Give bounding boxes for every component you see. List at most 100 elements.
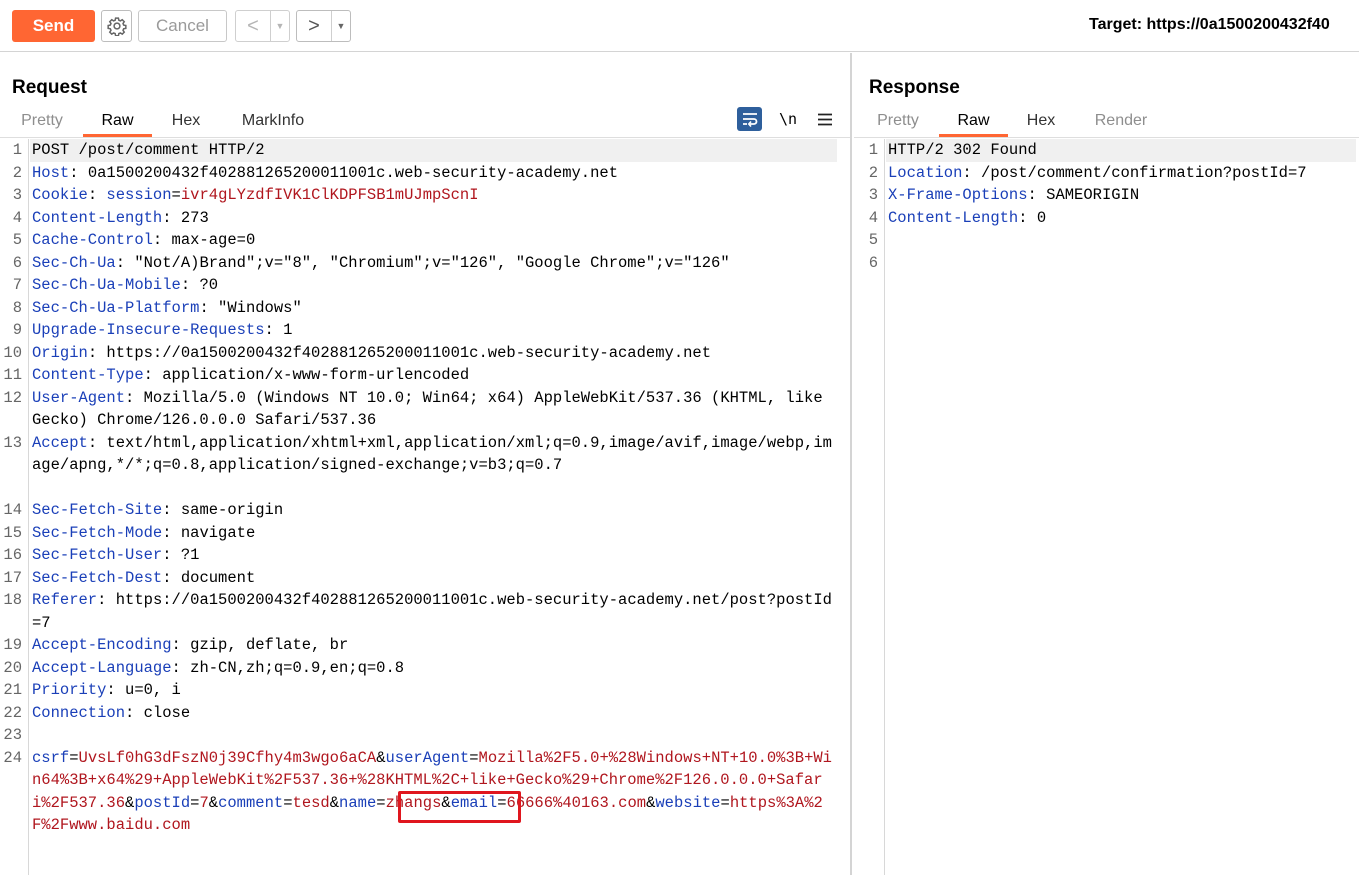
header-name: Sec-Fetch-Mode <box>32 523 163 542</box>
code-line: 11 Content-Type: application/x-www-form-u… <box>0 364 850 387</box>
param-key: csrf <box>32 748 70 767</box>
header-name: Sec-Ch-Ua <box>32 253 116 272</box>
header-name: Cache-Control <box>32 231 153 249</box>
tab-render[interactable]: Render <box>1088 109 1154 137</box>
tab-raw[interactable]: Raw <box>83 109 152 137</box>
line-number: 5 <box>868 231 878 249</box>
code-line: 5 <box>854 229 1359 252</box>
hamburger-menu-icon[interactable] <box>816 107 834 131</box>
param-key: userAgent <box>385 748 470 767</box>
tab-markinfo[interactable]: MarkInfo <box>230 109 316 137</box>
back-arrow-icon: < <box>247 14 259 37</box>
param-value: tesd <box>292 793 330 812</box>
param-separator: & <box>329 793 340 812</box>
word-wrap-icon[interactable] <box>737 107 762 131</box>
text-span: : <box>106 681 126 699</box>
tab-raw[interactable]: Raw <box>939 109 1008 137</box>
request-editor[interactable]: 1 POST /post/comment HTTP/2 2 Host: 0a15002… <box>0 139 850 875</box>
code-line: 5 Cache-Control: max-age=0 <box>0 229 850 252</box>
text-span: : <box>115 253 135 272</box>
line-number: 1 <box>12 141 22 159</box>
line-number: 4 <box>868 208 878 227</box>
line-number: 17 <box>3 568 22 587</box>
text-span: : <box>171 658 191 677</box>
newline-toggle[interactable]: \n <box>779 107 797 131</box>
param-equals: = <box>283 793 293 812</box>
header-name: Sec-Fetch-Site <box>32 501 163 519</box>
line-content: Sec-Ch-Ua-Platform: "Windows" <box>32 297 834 320</box>
code-line: 13 Accept: text/html,application/xhtml+xm… <box>0 432 850 475</box>
tab-hex[interactable]: Hex <box>1020 109 1062 137</box>
line-number: 2 <box>12 163 22 182</box>
target-url[interactable]: Target: https://0a1500200432f40 <box>1089 16 1330 34</box>
settings-button[interactable] <box>101 10 132 42</box>
line-number: 7 <box>12 276 22 294</box>
text-span: : <box>171 636 191 654</box>
text-span: : <box>87 343 107 362</box>
tab-pretty[interactable]: Pretty <box>869 109 927 137</box>
tab-pretty[interactable]: Pretty <box>12 109 72 137</box>
header-value: zh-CN,zh;q=0.9,en;q=0.8 <box>190 658 405 677</box>
line-number: 5 <box>12 231 22 249</box>
text-span: = <box>171 186 181 204</box>
forward-dropdown-icon[interactable]: ▼ <box>331 11 350 41</box>
header-value: gzip, deflate, br <box>190 636 349 654</box>
line-number: 16 <box>3 546 22 564</box>
text-span: : <box>162 208 181 227</box>
tab-hex[interactable]: Hex <box>162 109 210 137</box>
code-line: 2 Location: /post/comment/confirmation?po… <box>854 162 1359 185</box>
header-name: Content-Type <box>32 366 144 384</box>
header-name: Connection <box>32 703 126 722</box>
code-line: 6 <box>854 252 1359 275</box>
line-number: 24 <box>3 748 22 767</box>
line-content: Sec-Ch-Ua: "Not/A)Brand";v="8", "Chromiu… <box>32 252 834 275</box>
line-number: 2 <box>868 163 878 182</box>
header-value: 273 <box>180 208 209 227</box>
header-value: application/x-www-form-urlencoded <box>162 366 470 384</box>
code-line: 18 Referer: https://0a1500200432f40288126… <box>0 589 850 632</box>
line-content: Accept-Encoding: gzip, deflate, br <box>32 634 834 657</box>
header-value: ?1 <box>180 546 200 564</box>
code-line: 6 Sec-Ch-Ua: "Not/A)Brand";v="8", "Chromi… <box>0 252 850 275</box>
back-button[interactable]: < ▼ <box>235 10 290 42</box>
cancel-button[interactable]: Cancel <box>138 10 227 42</box>
header-value: SAMEORIGIN <box>1046 186 1140 204</box>
line-content: Upgrade-Insecure-Requests: 1 <box>32 319 834 342</box>
code-line: 7 Sec-Ch-Ua-Mobile: ?0 <box>0 274 850 297</box>
text-span: : <box>125 703 144 722</box>
response-editor[interactable]: 1 HTTP/2 302 Found 2 Location: /post/commen… <box>854 139 1359 875</box>
header-name: Content-Length <box>888 208 1019 227</box>
param-separator: & <box>376 748 386 767</box>
line-content: Priority: u=0, i <box>32 679 834 702</box>
line-number: 14 <box>3 501 22 519</box>
header-value: text/html,application/xhtml+xml,applicat… <box>32 433 832 475</box>
code-line: 14 Sec-Fetch-Site: same-origin <box>0 499 850 522</box>
text-span: : <box>125 388 144 407</box>
line-content: Cookie: session=ivr4gLYzdfIVK1ClKDPFSB1m… <box>32 184 834 207</box>
param-equals: = <box>376 793 386 812</box>
line-content: Content-Length: 0 <box>888 207 1343 230</box>
line-number: 15 <box>3 523 22 542</box>
header-value: close <box>143 703 191 722</box>
code-line: 4 Content-Length: 273 <box>0 207 850 230</box>
request-tabs: Pretty Raw Hex MarkInfo <box>0 109 850 137</box>
header-value: u=0, i <box>125 681 181 699</box>
code-line: 4 Content-Length: 0 <box>854 207 1359 230</box>
param-value: UvsLf0hG3dFszN0j39Cfhy4m3wgo6aCA <box>78 748 377 767</box>
header-value: /post/comment/confirmation?postId=7 <box>981 163 1307 182</box>
code-line: 21 Priority: u=0, i <box>0 679 850 702</box>
tab-divider <box>854 137 1359 138</box>
header-value: 0 <box>1036 208 1047 227</box>
line-number: 9 <box>12 321 22 339</box>
request-line: POST /post/comment HTTP/2 <box>32 141 265 159</box>
forward-button[interactable]: > ▼ <box>296 10 351 42</box>
line-number: 18 <box>3 591 22 609</box>
send-button[interactable]: Send <box>12 10 95 42</box>
line-number: 20 <box>3 658 22 677</box>
line-content: Sec-Fetch-Site: same-origin <box>32 499 834 522</box>
back-dropdown-icon[interactable]: ▼ <box>270 11 289 41</box>
text-span: : <box>69 163 88 182</box>
header-name: Accept <box>32 433 88 452</box>
text-span: : <box>962 163 982 182</box>
line-number: 19 <box>3 636 22 654</box>
